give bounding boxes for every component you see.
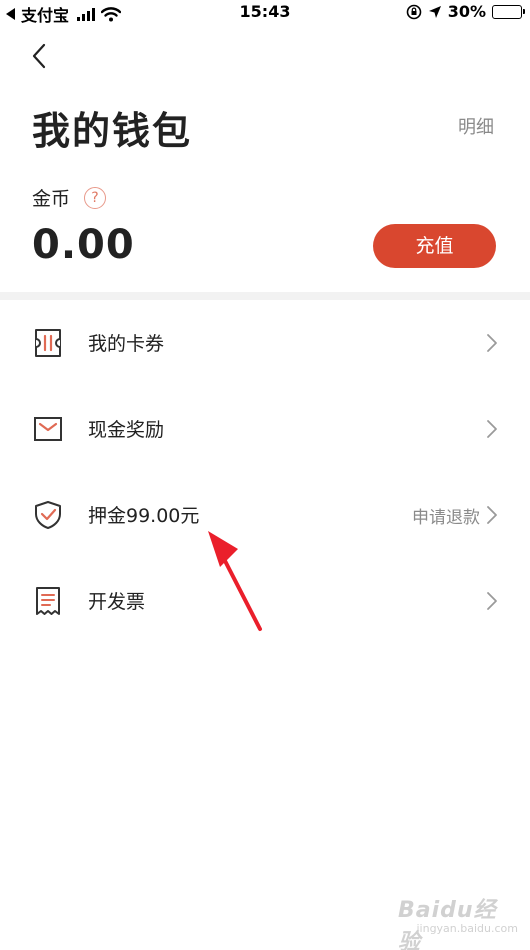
ticket-icon [35, 329, 61, 357]
menu-item-invoice[interactable]: 开发票 [0, 558, 530, 644]
menu-item-cash-rewards-label: 现金奖励 [88, 419, 165, 441]
status-bar: 支付宝 15:43 30% [0, 0, 530, 25]
chevron-right-icon [487, 334, 497, 352]
detail-link[interactable]: 明细 [458, 113, 494, 139]
watermark-logo: Baidu经验 [398, 898, 497, 950]
battery-icon [492, 4, 525, 19]
location-icon [428, 5, 441, 18]
rotation-lock-icon [406, 4, 422, 19]
back-button[interactable] [24, 40, 56, 72]
coin-balance: 0.00 [32, 222, 135, 268]
menu-item-deposit[interactable]: 押金99.00元 申请退款 [0, 472, 530, 558]
menu-item-invoice-label: 开发票 [88, 591, 146, 613]
refund-request-link[interactable]: 申请退款 [412, 503, 480, 528]
battery-percent: 30% [447, 2, 486, 21]
recharge-button[interactable]: 充值 [373, 224, 496, 268]
coin-label: 金币 [32, 188, 71, 210]
menu-item-coupons[interactable]: 我的卡券 [0, 300, 530, 386]
shield-check-icon [35, 501, 61, 529]
watermark: Baidu经验 jingyan.baidu.com [398, 892, 518, 950]
page-title: 我的钱包 [32, 109, 193, 153]
receipt-icon [36, 587, 60, 615]
chevron-right-icon [487, 506, 497, 524]
chevron-right-icon [487, 420, 497, 438]
menu-item-deposit-label: 押金99.00元 [88, 505, 200, 527]
status-bar-right: 30% [406, 2, 525, 21]
help-icon[interactable]: ? [84, 186, 107, 209]
chevron-left-icon [32, 43, 46, 69]
menu-item-cash-rewards[interactable]: 现金奖励 [0, 386, 530, 472]
coin-label-row: 金币 ? [32, 184, 107, 211]
menu-item-coupons-label: 我的卡券 [88, 333, 165, 355]
section-divider [0, 292, 530, 300]
chevron-right-icon [487, 592, 497, 610]
envelope-icon [34, 417, 62, 441]
watermark-url: jingyan.baidu.com [416, 922, 518, 935]
